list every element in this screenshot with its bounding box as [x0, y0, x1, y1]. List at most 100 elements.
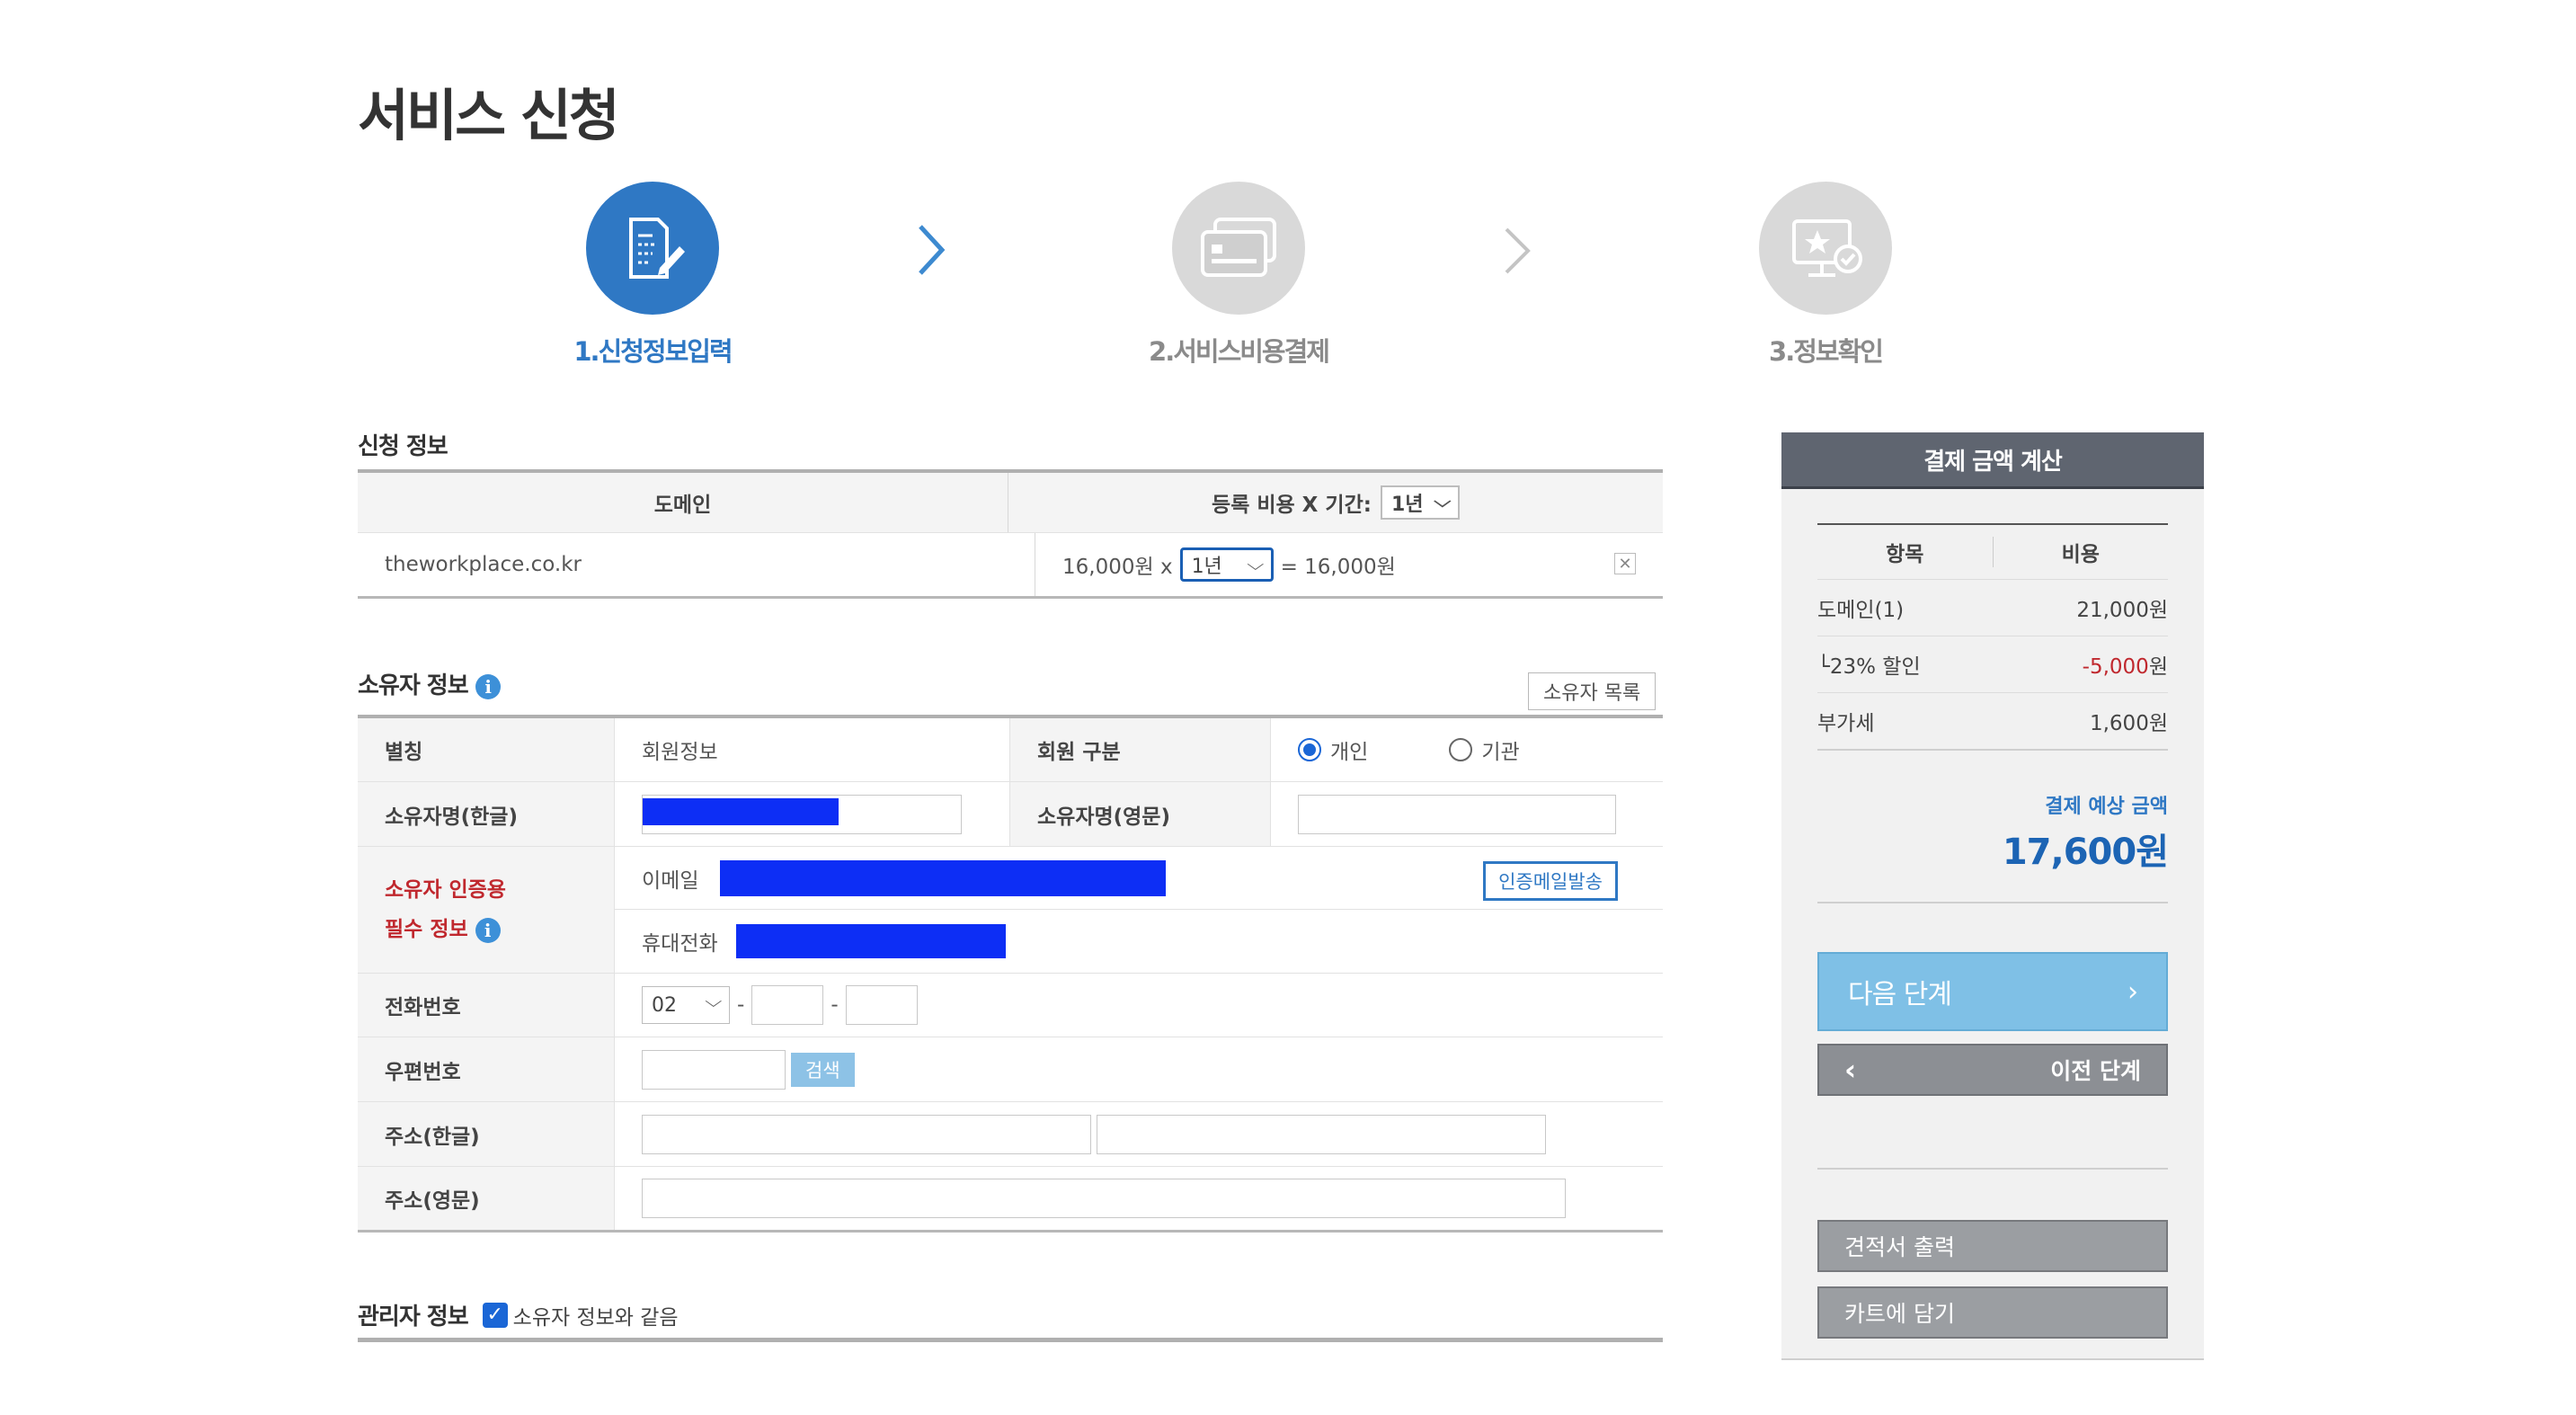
owner-name-en-label: 소유자명(영문) [1010, 782, 1271, 846]
chevron-down-icon: ⌵ [1247, 556, 1265, 574]
info-icon[interactable]: i [475, 917, 501, 943]
print-quote-button[interactable]: 견적서 출력 [1817, 1220, 2168, 1272]
verify-fields: 이메일 인증메일발송 휴대전화 [615, 847, 1663, 973]
radio-individual[interactable] [1298, 738, 1321, 761]
period-value: 1년 [1191, 556, 1222, 578]
add-to-cart-button[interactable]: 카트에 담기 [1817, 1286, 2168, 1339]
chevron-right-icon [1505, 227, 1531, 274]
zip-input[interactable] [642, 1049, 786, 1090]
previous-step-label: 이전 단계 [2050, 1058, 2141, 1084]
application-table-header: 도메인 등록 비용 X 기간: 1년 ⌵ [358, 473, 1663, 533]
divider [1817, 1168, 2168, 1170]
summary-item: 부가세 [1817, 712, 1875, 735]
phone-area-value: 02 [652, 993, 677, 1017]
period-select[interactable]: 1년 ⌵ [1179, 547, 1274, 582]
owner-section-label: 소유자 정보 [358, 672, 469, 699]
alias-label: 별칭 [358, 718, 615, 781]
zip-search-button[interactable]: 검색 [791, 1052, 855, 1087]
payment-summary-panel: 결제 금액 계산 항목 비용 도메인(1) 21,000원 └23% 할인 -5… [1781, 432, 2204, 1360]
summary-discount: -5,000원 [2083, 649, 2168, 680]
cost-header-label: 등록 비용 X 기간: [1212, 494, 1372, 517]
member-type-radios: 개인 기관 [1271, 718, 1663, 781]
phone-last-input[interactable] [845, 985, 918, 1025]
expected-label: 결제 예상 금액 [2045, 796, 2168, 818]
step-3-icon [1759, 182, 1892, 315]
email-label: 이메일 [642, 868, 699, 893]
address-ko-input-2[interactable] [1097, 1114, 1546, 1154]
mobile-input[interactable] [735, 923, 1006, 958]
owner-name-ko-input[interactable] [642, 794, 962, 834]
header-period-select[interactable]: 1년 ⌵ [1380, 485, 1460, 520]
step-1-icon [586, 182, 719, 315]
summary-item: └23% 할인 [1817, 655, 1921, 679]
admin-section-divider [358, 1338, 1663, 1342]
expected-amount: 17,600원 [2002, 832, 2169, 873]
owner-table: 별칭 회원정보 회원 구분 개인 기관 소유자명(한글) 소유자명(영문) 소유… [358, 715, 1663, 1233]
chevron-down-icon: ⌵ [1434, 493, 1452, 512]
email-input[interactable] [720, 859, 1167, 896]
verify-label-line2-wrap: 필수 정보 i [385, 910, 501, 949]
owner-name-en-cell [1271, 782, 1663, 846]
info-icon[interactable]: i [475, 673, 501, 699]
owner-name-ko-cell [615, 782, 1010, 846]
table-row: 주소(영문) [358, 1167, 1663, 1230]
phone-area-select[interactable]: 02 ⌵ [642, 986, 730, 1024]
table-row: 별칭 회원정보 회원 구분 개인 기관 [358, 718, 1663, 782]
table-row: 소유자명(한글) 소유자명(영문) [358, 782, 1663, 847]
address-en-input[interactable] [642, 1179, 1566, 1218]
chevron-right-icon: › [2127, 975, 2138, 1008]
redacted-block [643, 797, 839, 825]
dash: - [831, 993, 839, 1017]
radio-organization-label: 기관 [1481, 741, 1520, 764]
step-1-label: 1.신청정보입력 [573, 336, 733, 367]
column-header-cost: 등록 비용 X 기간: 1년 ⌵ [1008, 473, 1663, 532]
table-row: 주소(한글) [358, 1102, 1663, 1167]
application-section-title: 신청 정보 [358, 433, 449, 460]
mobile-label: 휴대전화 [642, 931, 718, 956]
phone-middle-input[interactable] [751, 985, 824, 1025]
address-en-label: 주소(영문) [358, 1167, 615, 1230]
same-as-owner-checkbox[interactable]: ✓ [482, 1302, 508, 1328]
step-2-icon [1172, 182, 1305, 315]
address-ko-cell [615, 1102, 1663, 1166]
summary-header: 항목 비용 [1817, 523, 2168, 580]
step-3-label: 3.정보확인 [1769, 336, 1884, 367]
verify-label-line2: 필수 정보 [385, 918, 468, 941]
admin-section-header: 관리자 정보 ✓ 소유자 정보와 같음 [358, 1298, 679, 1331]
summary-row: 도메인(1) 21,000원 [1817, 580, 2168, 636]
summary-col-item: 항목 [1817, 537, 1994, 567]
chevron-right-icon [919, 225, 946, 275]
summary-item: 도메인(1) [1817, 599, 1905, 622]
next-step-label: 다음 단계 [1848, 979, 1952, 1010]
verify-label: 소유자 인증용 필수 정보 i [358, 847, 615, 973]
alias-value: 회원정보 [615, 718, 1010, 781]
previous-step-button[interactable]: ‹ 이전 단계 [1817, 1044, 2168, 1096]
zip-cell: 검색 [615, 1037, 1663, 1101]
header-period-value: 1년 [1390, 494, 1424, 516]
zip-label: 우편번호 [358, 1037, 615, 1101]
divider [1817, 902, 2168, 903]
address-ko-input-1[interactable] [642, 1114, 1091, 1154]
domain-name: theworkplace.co.kr [358, 533, 1035, 596]
summary-cost: 1,600원 [2089, 712, 2168, 735]
next-step-button[interactable]: 다음 단계 › [1817, 952, 2168, 1031]
owner-list-button[interactable]: 소유자 목록 [1528, 672, 1657, 710]
table-row: theworkplace.co.kr 16,000원 x 1년 ⌵ = 16,0… [358, 533, 1663, 596]
dash: - [737, 993, 745, 1017]
same-as-owner-label: 소유자 정보와 같음 [512, 1305, 679, 1330]
chevron-left-icon: ‹ [1844, 1053, 1857, 1087]
table-row: 전화번호 02 ⌵ - - [358, 974, 1663, 1037]
discount-value: -5,000 [2082, 655, 2149, 679]
send-verification-button[interactable]: 인증메일발송 [1483, 861, 1618, 901]
table-row: 우편번호 검색 [358, 1037, 1663, 1102]
owner-name-ko-label: 소유자명(한글) [358, 782, 615, 846]
same-as-owner-option: ✓ 소유자 정보와 같음 [482, 1300, 679, 1330]
column-header-domain: 도메인 [358, 473, 1008, 532]
summary-title: 결제 금액 계산 [1781, 432, 2204, 489]
summary-col-cost: 비용 [2061, 543, 2100, 566]
remove-row-icon[interactable]: ✕ [1614, 553, 1636, 574]
radio-organization[interactable] [1449, 738, 1473, 761]
phone-cell: 02 ⌵ - - [615, 974, 1663, 1037]
admin-section-title: 관리자 정보 [358, 1304, 469, 1330]
owner-name-en-input[interactable] [1298, 794, 1616, 834]
